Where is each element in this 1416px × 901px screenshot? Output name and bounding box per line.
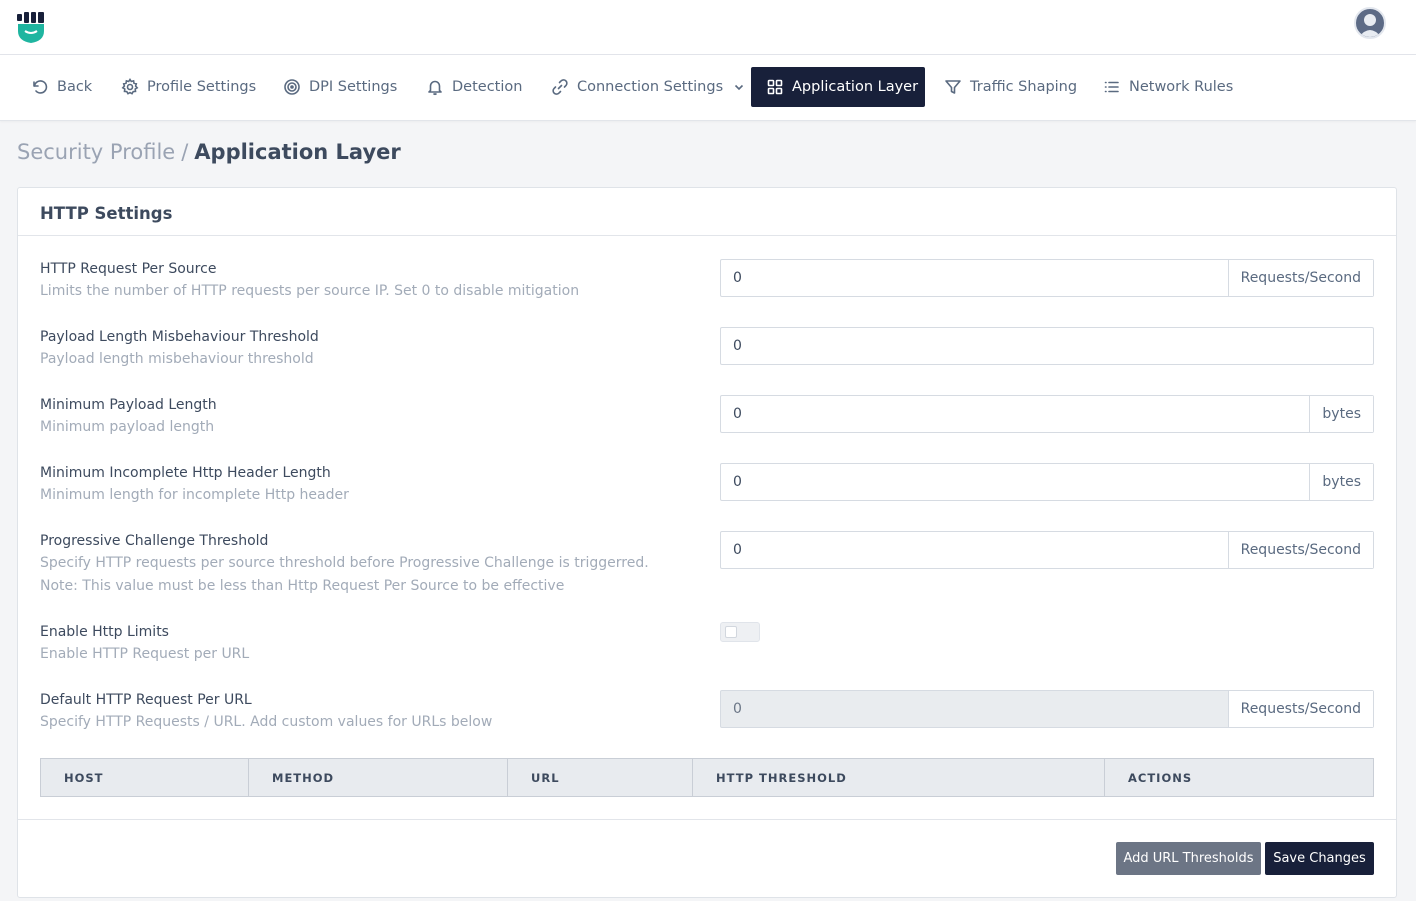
enable-http-limits-help: Enable HTTP Request per URL [40, 646, 250, 662]
progressive-challenge-unit: Requests/Second [1227, 532, 1373, 568]
table-header-row: HOST METHOD URL HTTP THRESHOLD ACTIONS [40, 758, 1374, 797]
nav-network-rules[interactable]: Network Rules [1087, 67, 1249, 107]
app-logo[interactable] [16, 11, 46, 43]
nav-dpi-settings-label: DPI Settings [309, 79, 398, 95]
progressive-challenge-group: Requests/Second [720, 531, 1374, 569]
min-incomplete-header-help: Minimum length for incomplete Http heade… [40, 487, 349, 503]
default-per-url-unit: Requests/Second [1227, 691, 1373, 727]
payload-misbehaviour-label: Payload Length Misbehaviour Threshold [40, 329, 319, 345]
breadcrumb-parent[interactable]: Security Profile [17, 140, 175, 164]
payload-misbehaviour-input[interactable] [721, 328, 1373, 364]
nav-profile-settings[interactable]: Profile Settings [105, 67, 272, 107]
nav-traffic-shaping[interactable]: Traffic Shaping [928, 67, 1093, 107]
top-bar [0, 0, 1416, 55]
nav-back[interactable]: Back [15, 67, 108, 107]
http-request-per-source-input[interactable] [721, 260, 1228, 296]
min-payload-length-input[interactable] [721, 396, 1310, 432]
min-payload-length-group: bytes [720, 395, 1374, 433]
col-method[interactable]: METHOD [248, 758, 508, 797]
min-incomplete-header-unit: bytes [1309, 464, 1373, 500]
list-icon [1104, 81, 1119, 93]
nav-dpi-settings[interactable]: DPI Settings [267, 67, 413, 107]
nav-profile-settings-label: Profile Settings [147, 79, 257, 95]
http-request-per-source-group: Requests/Second [720, 259, 1374, 297]
min-payload-length-help: Minimum payload length [40, 419, 215, 435]
link-icon [552, 79, 568, 95]
bell-icon [428, 80, 442, 96]
nav-back-label: Back [57, 79, 93, 95]
progressive-challenge-note: Note: This value must be less than Http … [40, 578, 565, 594]
http-request-per-source-help: Limits the number of HTTP requests per s… [40, 283, 580, 299]
nav-traffic-shaping-label: Traffic Shaping [970, 79, 1078, 95]
default-per-url-input [721, 691, 1228, 727]
col-http-threshold[interactable]: HTTP THRESHOLD [692, 758, 1105, 797]
nav-connection-settings[interactable]: Connection Settings [535, 67, 761, 107]
http-request-per-source-unit: Requests/Second [1227, 260, 1373, 296]
chevron-down-icon [735, 84, 744, 91]
payload-misbehaviour-group [720, 327, 1374, 365]
card-footer-divider [18, 819, 1396, 820]
grid-icon [767, 79, 783, 95]
undo-icon [33, 80, 48, 94]
save-changes-button[interactable]: Save Changes [1265, 842, 1374, 875]
http-request-per-source-label: HTTP Request Per Source [40, 261, 217, 277]
nav-detection-label: Detection [452, 79, 523, 95]
nav-application-layer-label: Application Layer [792, 79, 919, 95]
min-incomplete-header-label: Minimum Incomplete Http Header Length [40, 465, 331, 481]
min-payload-length-label: Minimum Payload Length [40, 397, 217, 413]
card-header: HTTP Settings [18, 188, 1396, 236]
toggle-knob [725, 626, 737, 638]
user-avatar[interactable] [1354, 7, 1386, 39]
nav-connection-settings-label: Connection Settings [577, 79, 724, 95]
breadcrumb: Security Profile / Application Layer [17, 140, 401, 164]
gear-icon [121, 78, 139, 95]
enable-http-limits-toggle[interactable] [720, 622, 760, 642]
enable-http-limits-label: Enable Http Limits [40, 624, 169, 640]
col-url[interactable]: URL [507, 758, 693, 797]
http-settings-card: HTTP Settings HTTP Request Per Source Li… [17, 187, 1397, 898]
col-host[interactable]: HOST [40, 758, 249, 797]
filter-icon [945, 80, 961, 94]
nav-application-layer[interactable]: Application Layer [751, 67, 925, 107]
target-icon [284, 79, 300, 95]
nav-detection[interactable]: Detection [410, 67, 538, 107]
section-nav: Back Profile Settings DPI Settings Detec… [0, 55, 1416, 121]
min-payload-length-unit: bytes [1309, 396, 1373, 432]
min-incomplete-header-input[interactable] [721, 464, 1310, 500]
col-actions: ACTIONS [1128, 770, 1193, 785]
url-thresholds-table: HOST METHOD URL HTTP THRESHOLD ACTIONS [40, 758, 1374, 797]
min-incomplete-header-group: bytes [720, 463, 1374, 501]
nav-network-rules-label: Network Rules [1129, 79, 1234, 95]
default-per-url-group: Requests/Second [720, 690, 1374, 728]
payload-misbehaviour-help: Payload length misbehaviour threshold [40, 351, 314, 367]
page-title: Application Layer [194, 140, 401, 164]
card-title: HTTP Settings [40, 204, 173, 223]
progressive-challenge-input[interactable] [721, 532, 1228, 568]
add-url-thresholds-button[interactable]: Add URL Thresholds [1116, 842, 1261, 875]
default-per-url-help: Specify HTTP Requests / URL. Add custom … [40, 714, 493, 730]
breadcrumb-separator: / [181, 140, 189, 164]
progressive-challenge-help: Specify HTTP requests per source thresho… [40, 555, 649, 571]
default-per-url-label: Default HTTP Request Per URL [40, 692, 252, 708]
progressive-challenge-label: Progressive Challenge Threshold [40, 533, 269, 549]
